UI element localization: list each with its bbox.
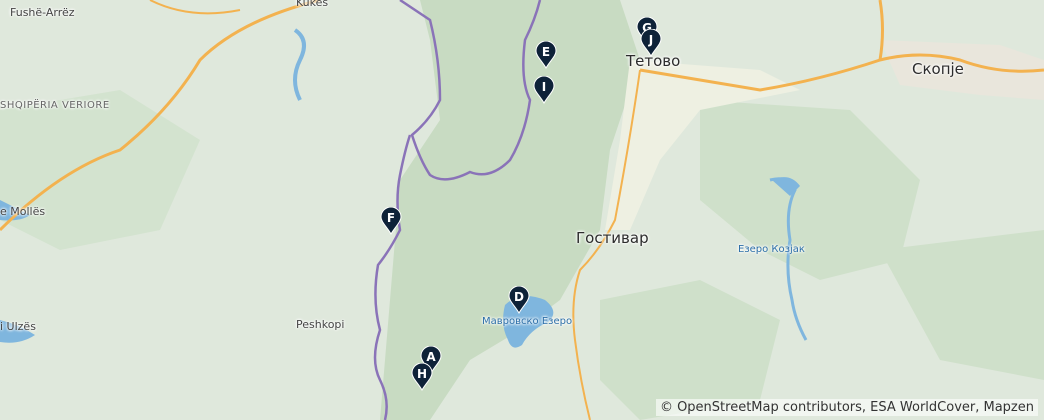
marker-label: H — [416, 367, 428, 381]
map-marker-h[interactable]: H — [411, 363, 433, 391]
marker-label: D — [514, 290, 524, 304]
map-marker-f[interactable]: F — [380, 207, 402, 235]
marker-label: F — [386, 211, 396, 225]
label-shqiperia-veriore: SHQIPËRIA VERIORE — [0, 100, 110, 111]
map-marker-i[interactable]: I — [533, 76, 555, 104]
map-marker-j[interactable]: J — [640, 29, 662, 57]
map-attribution[interactable]: © OpenStreetMap contributors, ESA WorldC… — [655, 399, 1038, 416]
marker-label: J — [648, 33, 654, 47]
map-canvas[interactable]: Тетово Скопје Гостивар Мавровско Езеро Е… — [0, 0, 1044, 420]
label-kukes: Kukës — [296, 0, 329, 9]
label-ulzes: i Ulzës — [0, 320, 36, 333]
label-gostivar: Гостивар — [576, 229, 649, 247]
label-peshkopi: Peshkopi — [296, 318, 345, 331]
label-skopje: Скопје — [912, 60, 964, 78]
marker-label: E — [541, 45, 551, 59]
marker-label: I — [541, 80, 547, 94]
label-fushe-arrez: Fushë-Arrëz — [10, 6, 75, 19]
map-basemap — [0, 0, 1044, 420]
marker-label: A — [426, 350, 436, 364]
label-mavrovo-lake: Мавровско Езеро — [482, 316, 573, 327]
map-marker-e[interactable]: E — [535, 41, 557, 69]
label-kozjak-lake: Езеро Козјак — [738, 244, 805, 255]
label-molles: e Mollës — [0, 205, 46, 218]
map-marker-d[interactable]: D — [508, 286, 530, 314]
